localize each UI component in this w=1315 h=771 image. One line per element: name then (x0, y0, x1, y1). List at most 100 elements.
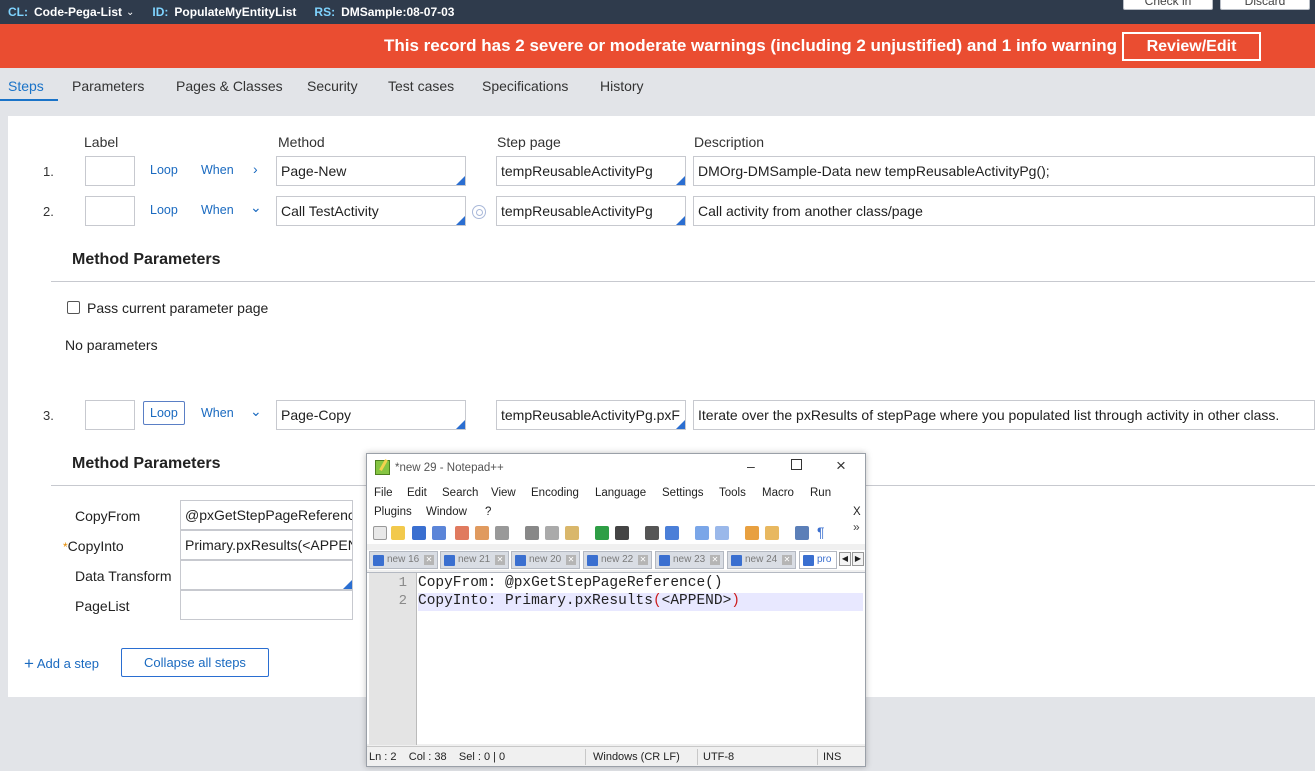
tab-specifications[interactable]: Specifications (482, 78, 568, 94)
sync-v-icon[interactable] (745, 526, 759, 540)
check-in-button[interactable]: Check in (1123, 0, 1213, 10)
npp-tab-active[interactable]: pro (799, 551, 837, 569)
tab-test-cases[interactable]: Test cases (388, 78, 454, 94)
close-icon[interactable]: × (836, 456, 846, 476)
loop-link[interactable]: Loop (150, 163, 178, 177)
method-field[interactable]: Call TestActivity (276, 196, 466, 226)
menu-encoding[interactable]: Encoding (531, 487, 579, 499)
tab-security[interactable]: Security (307, 78, 358, 94)
menu-help[interactable]: ? (485, 506, 491, 518)
loop-link[interactable]: Loop (150, 203, 178, 217)
step-label-input[interactable] (85, 400, 135, 430)
close-tab-icon[interactable]: ✕ (495, 555, 505, 565)
pass-current-checkbox[interactable] (67, 301, 80, 314)
minimize-icon[interactable]: – (747, 458, 755, 474)
show-all-chars-icon[interactable]: ¶ (817, 524, 825, 540)
add-step-link[interactable]: + Add a step (24, 654, 99, 674)
tab-scroll-right-icon[interactable]: ▶ (852, 552, 864, 566)
undo-icon[interactable] (595, 526, 609, 540)
param-input-data-transform[interactable] (180, 560, 353, 590)
description-field[interactable]: Iterate over the pxResults of stepPage w… (693, 400, 1315, 430)
method-field[interactable]: Page-New (276, 156, 466, 186)
tab-scroll-left-icon[interactable]: ◀ (839, 552, 851, 566)
menu-file[interactable]: File (374, 487, 393, 499)
loop-link[interactable]: Loop (143, 401, 185, 425)
step-page-field[interactable]: tempReusableActivityPg.pxF (496, 400, 686, 430)
param-input-copyfrom[interactable]: @pxGetStepPageReferenc (180, 500, 353, 530)
description-field[interactable]: Call activity from another class/page (693, 196, 1315, 226)
npp-tab[interactable]: new 21 ✕ (440, 551, 509, 569)
step-label-input[interactable] (85, 156, 135, 186)
word-wrap-icon[interactable] (795, 526, 809, 540)
zoom-out-icon[interactable] (715, 526, 729, 540)
menu-plugins[interactable]: Plugins (374, 506, 412, 518)
step-label-input[interactable] (85, 196, 135, 226)
toolbar-overflow-icon[interactable]: » (853, 520, 860, 534)
close-tab-icon[interactable]: ✕ (638, 555, 648, 565)
save-icon[interactable] (412, 526, 426, 540)
tab-pages-classes[interactable]: Pages & Classes (176, 78, 283, 94)
encoding: UTF-8 (703, 751, 735, 763)
step-page-field[interactable]: tempReusableActivityPg (496, 196, 686, 226)
collapse-all-steps-button[interactable]: Collapse all steps (121, 648, 269, 677)
npp-tab[interactable]: new 20 ✕ (511, 551, 580, 569)
close-tab-icon[interactable]: ✕ (566, 555, 576, 565)
method-value: Page-Copy (281, 407, 352, 423)
menu-settings[interactable]: Settings (662, 487, 704, 499)
param-input-copyinto[interactable]: Primary.pxResults(<APPEN (180, 530, 353, 560)
npp-editor[interactable]: 1 2 CopyFrom: @pxGetStepPageReference() … (367, 572, 865, 745)
npp-tab[interactable]: new 23 ✕ (655, 551, 724, 569)
npp-tab[interactable]: new 24 ✕ (727, 551, 796, 569)
review-edit-button[interactable]: Review/Edit (1122, 32, 1261, 61)
menu-tools[interactable]: Tools (719, 487, 746, 499)
cl-value[interactable]: Code-Pega-List (34, 5, 122, 19)
new-file-icon[interactable] (373, 526, 387, 540)
cut-icon[interactable] (525, 526, 539, 540)
maximize-icon[interactable] (791, 459, 802, 470)
npp-tab[interactable]: new 22 ✕ (583, 551, 652, 569)
chevron-right-icon[interactable]: › (253, 161, 258, 177)
copy-icon[interactable] (545, 526, 559, 540)
when-link[interactable]: When (201, 203, 234, 217)
tab-parameters[interactable]: Parameters (72, 78, 144, 94)
when-link[interactable]: When (201, 163, 234, 177)
redo-icon[interactable] (615, 526, 629, 540)
menu-macro[interactable]: Macro (762, 487, 794, 499)
menu-edit[interactable]: Edit (407, 487, 427, 499)
close-tab-icon[interactable]: ✕ (424, 555, 434, 565)
print-icon[interactable] (495, 526, 509, 540)
close-file-icon[interactable] (455, 526, 469, 540)
zoom-in-icon[interactable] (695, 526, 709, 540)
menu-language[interactable]: Language (595, 487, 646, 499)
discard-button[interactable]: Discard (1220, 0, 1310, 10)
tab-history[interactable]: History (600, 78, 644, 94)
sync-h-icon[interactable] (765, 526, 779, 540)
paste-icon[interactable] (565, 526, 579, 540)
chevron-down-icon[interactable]: ⌄ (250, 199, 262, 216)
chevron-down-icon[interactable]: ⌄ (250, 403, 262, 420)
notepad-plus-plus-window[interactable]: *new 29 - Notepad++ – × File Edit Search… (366, 453, 866, 767)
open-file-icon[interactable] (391, 526, 405, 540)
close-document-icon[interactable]: X (853, 506, 861, 518)
find-icon[interactable] (645, 526, 659, 540)
menu-run[interactable]: Run (810, 487, 831, 499)
close-all-icon[interactable] (475, 526, 489, 540)
when-link[interactable]: When (201, 406, 234, 420)
menu-view[interactable]: View (491, 487, 516, 499)
save-all-icon[interactable] (432, 526, 446, 540)
tab-steps[interactable]: Steps (8, 78, 44, 94)
replace-icon[interactable] (665, 526, 679, 540)
method-field[interactable]: Page-Copy (276, 400, 466, 430)
menu-search[interactable]: Search (442, 487, 478, 499)
npp-tab[interactable]: new 16 ✕ (369, 551, 438, 569)
npp-title-bar[interactable]: *new 29 - Notepad++ – × (367, 454, 865, 482)
menu-window[interactable]: Window (426, 506, 467, 518)
crosshair-icon[interactable] (472, 205, 486, 219)
autocomplete-icon (676, 176, 685, 185)
param-input-pagelist[interactable] (180, 590, 353, 620)
description-field[interactable]: DMOrg-DMSample-Data new tempReusableActi… (693, 156, 1315, 186)
close-tab-icon[interactable]: ✕ (710, 555, 720, 565)
chevron-down-icon[interactable]: ⌄ (126, 7, 134, 18)
step-page-field[interactable]: tempReusableActivityPg (496, 156, 686, 186)
close-tab-icon[interactable]: ✕ (782, 555, 792, 565)
